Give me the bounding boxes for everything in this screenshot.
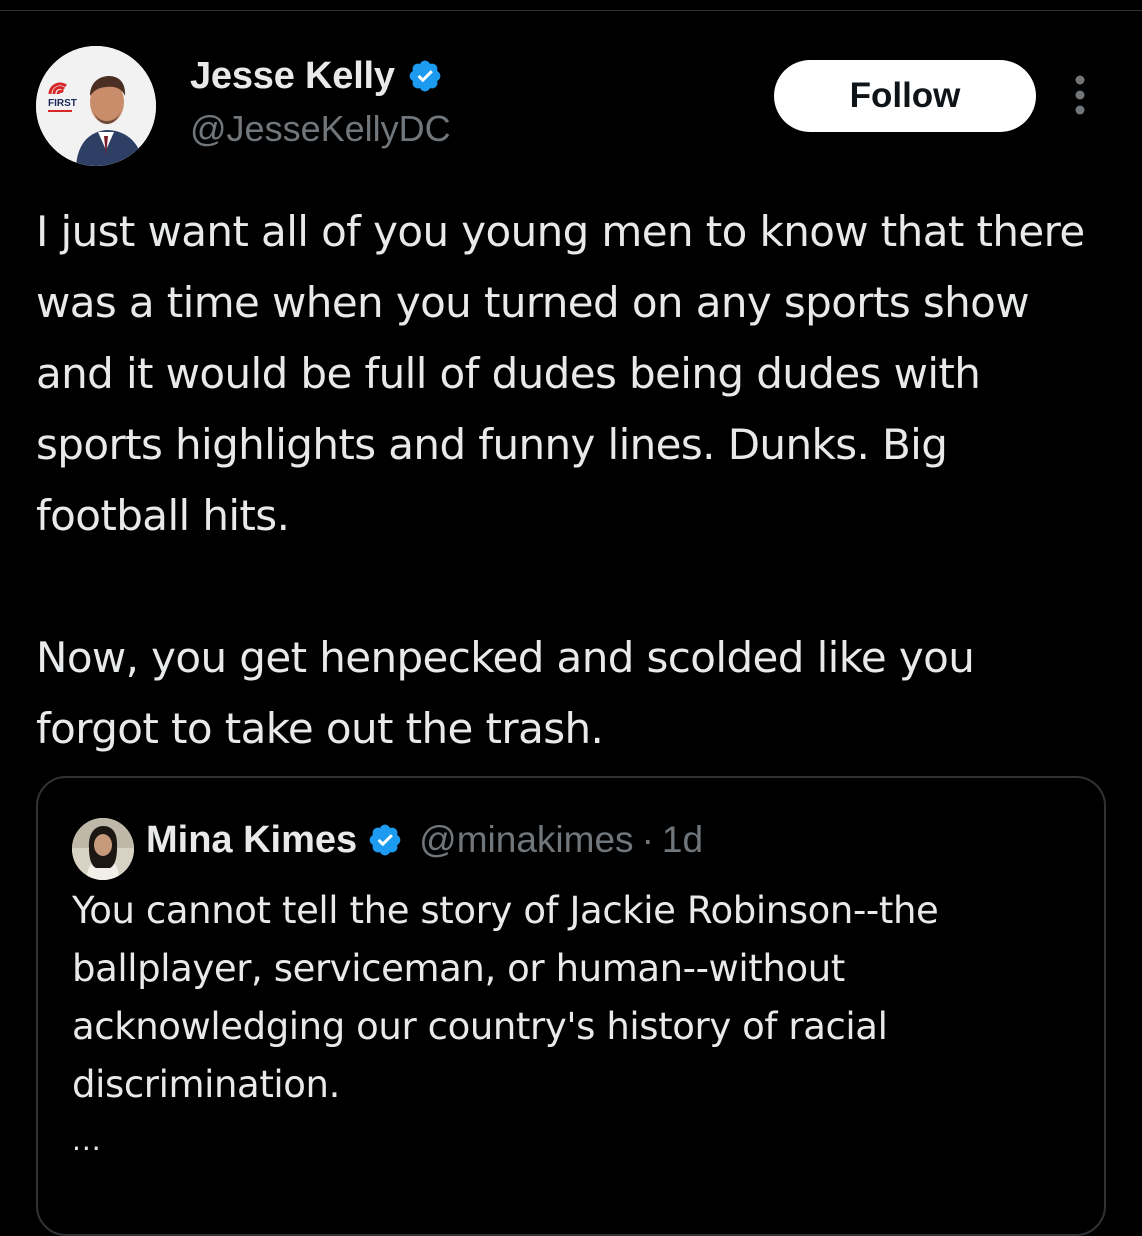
quoted-tweet-card[interactable]: Mina Kimes @minakimes · 1d You cannot te… <box>36 776 1106 1236</box>
author-avatar[interactable]: FIRST <box>36 46 156 166</box>
tweet-paragraph-2: Now, you get henpecked and scolded like … <box>36 633 975 753</box>
follow-button[interactable]: Follow <box>774 60 1036 132</box>
separator-dot: · <box>641 819 654 860</box>
verified-badge-icon <box>369 824 401 856</box>
author-name[interactable]: Jesse Kelly <box>190 55 395 98</box>
quoted-tweet-text: You cannot tell the story of Jackie Robi… <box>72 889 939 1106</box>
top-divider <box>0 10 1142 11</box>
author-name-row: Jesse Kelly <box>190 52 443 100</box>
quoted-author-name[interactable]: Mina Kimes <box>146 819 357 862</box>
profile-photo-icon: FIRST <box>36 46 156 166</box>
profile-photo-icon <box>72 818 134 880</box>
tweet-paragraph-1: I just want all of you young men to know… <box>36 207 1085 540</box>
tweet-text: I just want all of you young men to know… <box>36 196 1096 764</box>
author-handle[interactable]: @JesseKellyDC <box>190 108 451 150</box>
quoted-tweet-timestamp[interactable]: 1d <box>662 819 703 861</box>
more-options-icon[interactable] <box>1070 74 1090 116</box>
truncation-ellipsis: ... <box>72 1124 102 1157</box>
verified-badge-icon <box>409 60 441 92</box>
quoted-author-avatar[interactable] <box>72 818 134 880</box>
svg-text:FIRST: FIRST <box>48 98 77 109</box>
quoted-author-handle[interactable]: @minakimes <box>419 819 633 861</box>
quoted-tweet-header: Mina Kimes @minakimes · 1d <box>146 816 703 864</box>
